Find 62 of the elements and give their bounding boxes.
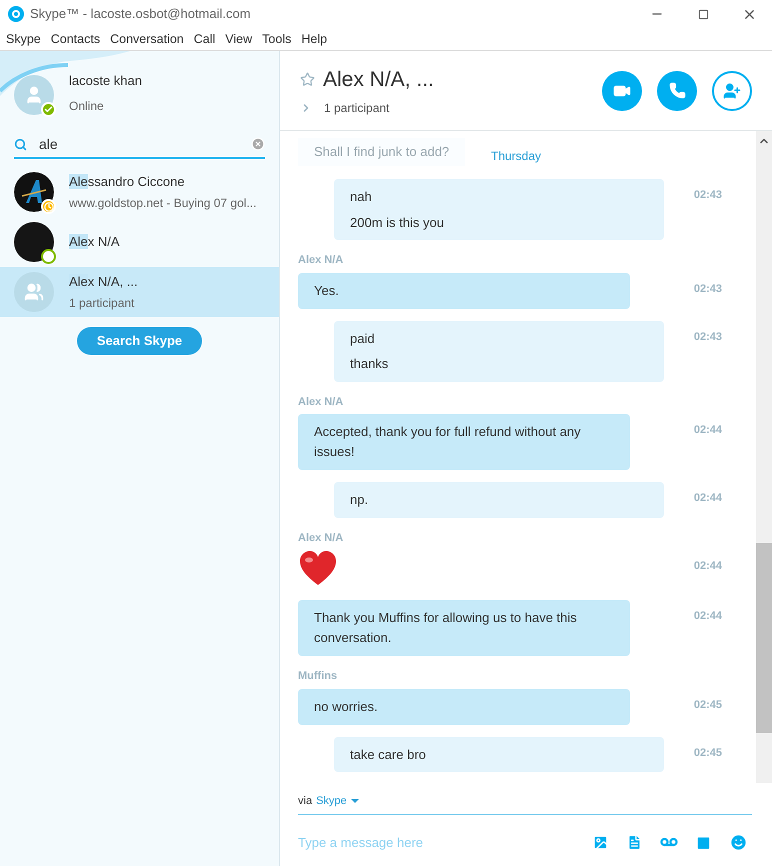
via-label: via [298,794,312,809]
conversation-title: Alex N/A, ... [323,66,434,93]
contact-subtitle: www.goldstop.net - Buying 07 gol... [69,195,256,212]
message-text: take care bro [350,746,427,764]
menu-item[interactable]: Tools [258,30,296,48]
message-time: 02:43 [692,282,722,296]
message-field[interactable]: Type a message here [298,832,592,852]
send-image-icon[interactable] [592,834,609,851]
message-time: 02:44 [692,609,722,624]
message-time: 02:43 [692,188,722,203]
message-time: 02:45 [692,746,722,760]
call-button[interactable] [657,70,697,110]
message-text: Thank you Muffins for allowing us to have this conversation. [314,609,578,647]
maximize-icon [698,8,708,20]
search-icon [14,138,27,150]
sender-name: Muffins [298,669,338,684]
add-people-button[interactable] [712,70,752,110]
menu-item[interactable]: Conversation [106,30,188,48]
sender-name: Alex N/A [298,530,344,546]
video-call-button[interactable] [602,70,642,110]
contact-item[interactable]: Alessandro Ciccone www.goldstop.net - Buying 07 gol... [0,167,279,217]
contact-item[interactable]: Alex N/A [0,217,279,267]
profile-status: Online [69,98,105,115]
message-time: 02:44 [692,423,722,438]
contact-name: Alex N/A, ... [69,272,138,291]
contact-name: Alex N/A [69,233,120,252]
contact-item[interactable]: Alex N/A, ... 1 participant [0,267,279,317]
participant-count: 1 participant [324,100,390,118]
phone-icon [668,82,686,99]
clear-search-icon[interactable] [251,137,265,151]
scrollbar[interactable] [756,131,772,783]
message-text: nah [350,188,373,206]
message-text: 200m is this you [350,214,445,232]
message-text: Yes. [314,282,340,300]
message-text: thanks [350,355,390,373]
message-time: 02:44 [692,559,722,574]
emoticon-icon[interactable] [729,832,748,852]
message-text: no worries. [314,698,379,716]
contact-subtitle: 1 participant [69,295,136,312]
menu-item[interactable]: Contacts [46,30,104,48]
faded-message-text: Shall I find junk to add? [298,138,466,166]
profile-name: lacoste khan [69,72,142,90]
message-text: paid [350,330,376,348]
message-time: 02:45 [692,698,722,712]
menu-item[interactable]: View [221,30,256,48]
favorite-star-icon[interactable] [300,72,315,87]
window-title: Skype™ - lacoste.osbot@hotmail.com [30,5,251,24]
search-field[interactable]: ale [39,134,239,154]
day-separator: Thursday [491,148,542,165]
menu-item[interactable]: Call [190,30,220,48]
sender-name: Alex N/A [298,253,344,268]
message-text: Accepted, thank you for full refund without any issues! [314,423,582,461]
heart-icon [298,550,338,588]
sender-name: Alex N/A [298,394,344,410]
contact-name: Alessandro Ciccone [69,172,186,191]
menu-item[interactable]: Skype [2,30,45,48]
message-time: 02:44 [692,491,722,506]
app-logo-icon [8,6,24,22]
message-time: 02:43 [692,330,722,344]
message-text: np. [350,491,370,509]
add-person-icon [723,82,741,100]
menu-item[interactable]: Help [297,30,332,48]
